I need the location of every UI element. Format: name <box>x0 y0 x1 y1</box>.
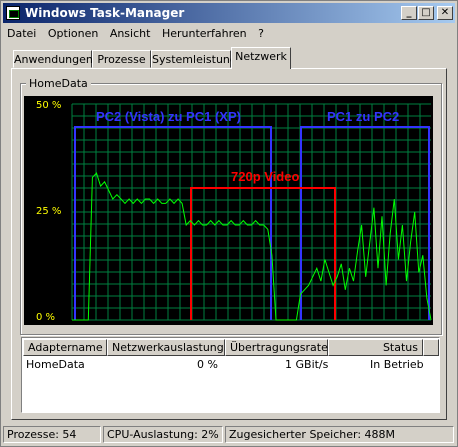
tab-anwendungen[interactable]: Anwendungen <box>13 50 93 68</box>
adapter-name: HomeData <box>26 358 85 371</box>
menu-herunterfahren[interactable]: Herunterfahren <box>158 25 251 43</box>
menu-datei[interactable]: Datei <box>3 25 40 43</box>
status-memory: Zugesicherter Speicher: 488M <box>225 426 454 443</box>
column-header-netzwerkauslastung[interactable]: Netzwerkauslastung <box>107 339 225 356</box>
menu-bar: Datei Optionen Ansicht Herunterfahren ? <box>3 25 268 43</box>
chart-grid <box>71 103 431 321</box>
menu-ansicht[interactable]: Ansicht <box>106 25 155 43</box>
status-bar: Prozesse: 54 CPU-Auslastung: 2% Zugesich… <box>3 425 455 444</box>
annotation-pc1-pc2: PC1 zu PC2 <box>327 109 399 124</box>
annotation-pc2-pc1: PC2 (Vista) zu PC1 (XP) <box>96 109 241 124</box>
adapter-rate: 1 GBit/s <box>285 358 329 371</box>
annotation-bracket-720p <box>190 187 336 320</box>
menu-optionen[interactable]: Optionen <box>44 25 102 43</box>
status-processes: Prozesse: 54 <box>3 426 101 443</box>
adapter-usage: 0 % <box>197 358 218 371</box>
network-chart-svg: PC2 (Vista) zu PC1 (XP) PC1 zu PC2 720p … <box>71 103 432 321</box>
status-cpu: CPU-Auslastung: 2% <box>103 426 223 443</box>
window-title: Windows Task-Manager <box>25 6 185 20</box>
graph-group-label: HomeData <box>26 77 91 90</box>
maximize-button[interactable]: □ <box>418 6 434 20</box>
column-header-status[interactable]: Status <box>328 339 423 356</box>
column-header-filler <box>423 339 439 356</box>
tab-netzwerk[interactable]: Netzwerk <box>231 47 291 69</box>
close-button[interactable]: ✕ <box>437 6 453 20</box>
column-header-uebertragungsrate[interactable]: Übertragungsrate <box>225 339 328 356</box>
title-bar[interactable]: Windows Task-Manager _ □ ✕ <box>3 3 455 23</box>
network-graph: 50 % 25 % 0 % PC2 (Vista) zu PC1 (XP) PC… <box>24 96 433 325</box>
adapter-status: In Betrieb <box>370 358 424 371</box>
task-manager-icon <box>6 6 20 20</box>
minimize-button[interactable]: _ <box>401 6 417 20</box>
tab-prozesse[interactable]: Prozesse <box>92 50 151 68</box>
adapter-table: Adaptername Netzwerkauslastung Übertragu… <box>21 337 440 413</box>
annotation-720p: 720p Video <box>231 169 299 184</box>
tab-systemleistung[interactable]: Systemleistung <box>151 50 237 68</box>
task-manager-window: Windows Task-Manager _ □ ✕ Datei Optione… <box>0 0 458 447</box>
column-header-adaptername[interactable]: Adaptername <box>23 339 107 356</box>
menu-help[interactable]: ? <box>254 25 268 43</box>
